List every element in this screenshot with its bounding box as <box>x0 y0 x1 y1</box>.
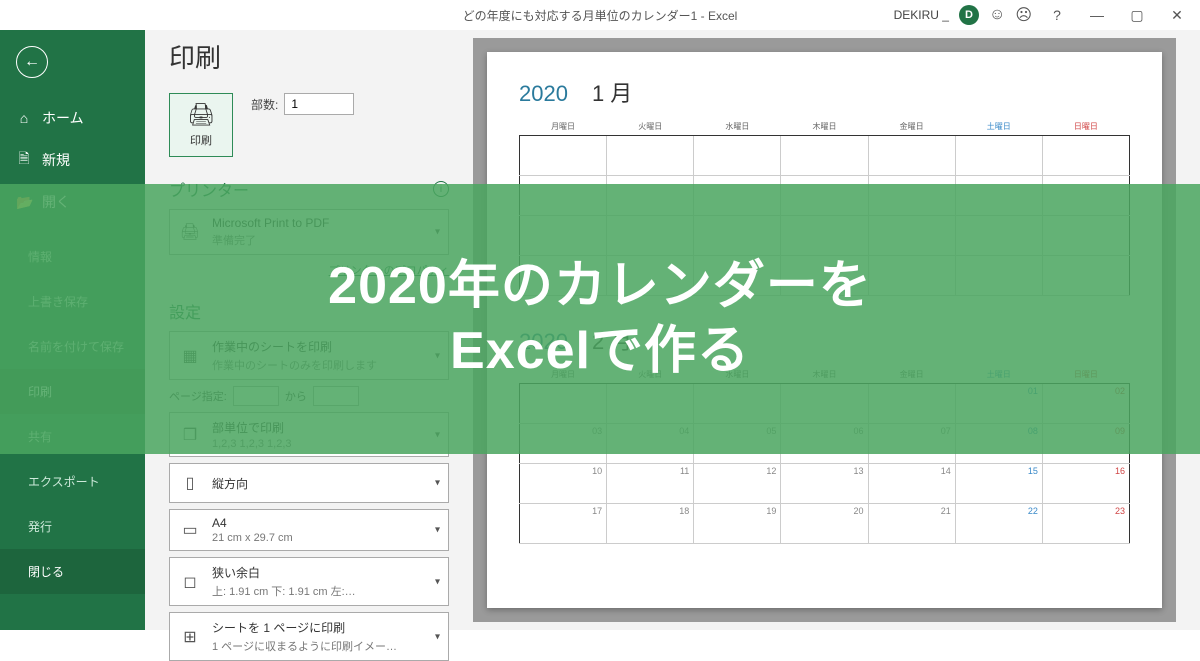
nav-new[interactable]: 🗎新規 <box>0 138 145 182</box>
feedback-frown-icon[interactable]: ☹ <box>1015 5 1032 25</box>
title-bar: どの年度にも対応する月単位のカレンダー1 - Excel DEKIRU _ D … <box>0 0 1200 30</box>
cal-year-1: 2020 <box>519 81 568 107</box>
print-button[interactable]: 🖨 印刷 <box>169 93 233 157</box>
minimize-button[interactable]: ― <box>1082 7 1112 23</box>
paper-size-dropdown[interactable]: ▭ A421 cm x 29.7 cm ▾ <box>169 509 449 551</box>
overlay-caption: 2020年のカレンダーを Excelで作る <box>0 184 1200 454</box>
nav-home[interactable]: ⌂ホーム <box>0 98 145 138</box>
margins-icon: ◻ <box>178 570 202 594</box>
help-button[interactable]: ? <box>1042 7 1072 23</box>
nav-close[interactable]: 閉じる <box>0 549 145 594</box>
username: DEKIRU _ <box>894 8 949 22</box>
orientation-dropdown[interactable]: ▯ 縦方向 ▾ <box>169 463 449 503</box>
scaling-dropdown[interactable]: ⊞ シートを 1 ページに印刷1 ページに収まるように印刷イメー… ▾ <box>169 612 449 661</box>
margins-dropdown[interactable]: ◻ 狭い余白上: 1.91 cm 下: 1.91 cm 左:… ▾ <box>169 557 449 606</box>
chevron-down-icon: ▾ <box>435 525 440 536</box>
nav-export[interactable]: エクスポート <box>0 459 145 504</box>
new-icon: 🗎 <box>16 148 32 172</box>
maximize-button[interactable]: ▢ <box>1122 7 1152 24</box>
close-button[interactable]: ✕ <box>1162 7 1192 24</box>
chevron-down-icon: ▾ <box>435 478 440 489</box>
home-icon: ⌂ <box>16 110 32 126</box>
cal-month-1: 1 月 <box>592 76 632 108</box>
nav-publish[interactable]: 発行 <box>0 504 145 549</box>
paper-icon: ▭ <box>178 518 202 542</box>
avatar[interactable]: D <box>959 5 979 25</box>
back-button[interactable]: ← <box>16 46 48 78</box>
chevron-down-icon: ▾ <box>435 631 440 642</box>
portrait-icon: ▯ <box>178 471 202 495</box>
copies-input[interactable] <box>284 93 354 115</box>
window-title: どの年度にも対応する月単位のカレンダー1 - Excel <box>463 7 738 24</box>
scaling-icon: ⊞ <box>178 625 202 649</box>
page-title: 印刷 <box>169 38 449 75</box>
chevron-down-icon: ▾ <box>435 576 440 587</box>
feedback-smile-icon[interactable]: ☺ <box>989 6 1005 24</box>
copies-label: 部数: <box>251 96 278 113</box>
printer-icon: 🖨 <box>187 102 215 128</box>
